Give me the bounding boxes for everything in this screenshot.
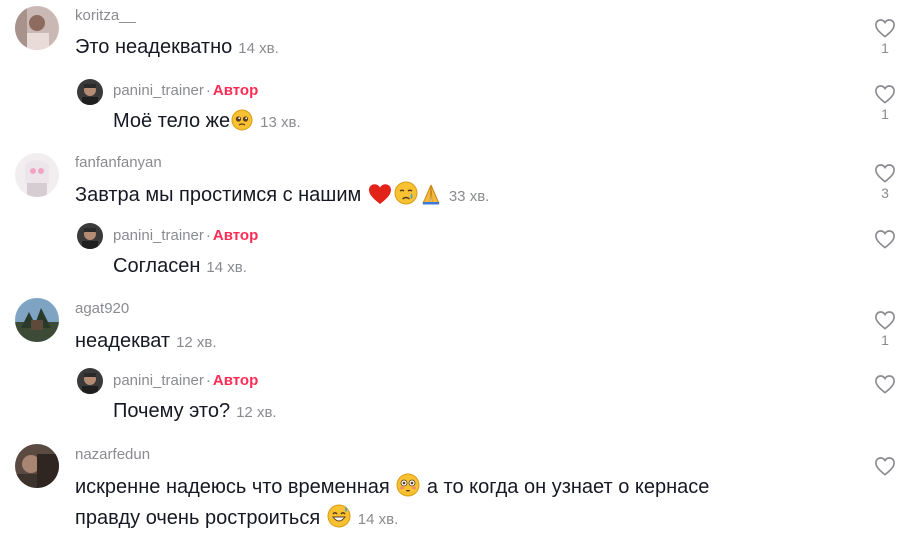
comment-username[interactable]: panini_trainer · Автор: [113, 372, 258, 389]
comment-time: 13 хв.: [260, 114, 301, 131]
avatar[interactable]: [15, 6, 59, 50]
comment-time: 33 хв.: [448, 188, 490, 205]
comment-text: искренне надеюсь что временная а то когд…: [75, 472, 709, 506]
like-button[interactable]: 1: [870, 310, 900, 348]
crying-face-icon: [394, 181, 418, 214]
username-text: panini_trainer: [113, 372, 204, 389]
red-heart-icon: [368, 183, 392, 214]
like-count: 1: [881, 106, 889, 122]
heart-outline-icon: [875, 19, 895, 38]
comment-username[interactable]: koritza__: [75, 7, 136, 24]
heart-outline-icon: [875, 85, 895, 104]
comment-text: Почему это? 12 хв.: [113, 396, 277, 428]
comment-body: неадекват: [75, 330, 171, 352]
avatar[interactable]: [15, 153, 59, 197]
like-button[interactable]: [870, 456, 900, 476]
comment-text: неадекват 12 хв.: [75, 326, 217, 358]
comment-body: Это неадекватно: [75, 36, 233, 58]
separator: ·: [205, 227, 211, 244]
separator: ·: [205, 82, 211, 99]
comment-text-line2: правду очень ростроиться 14 хв.: [75, 503, 398, 537]
comment-username[interactable]: panini_trainer · Автор: [113, 227, 258, 244]
comment-body: Моё тело же: [113, 110, 231, 132]
comment-text: Завтра мы простимся с нашим 33 хв.: [75, 180, 489, 214]
author-badge: Автор: [212, 372, 259, 389]
comment-username[interactable]: fanfanfanyan: [75, 154, 162, 171]
avatar[interactable]: [77, 223, 103, 249]
pleading-face-icon: [231, 109, 253, 140]
like-button[interactable]: [870, 229, 900, 249]
comment-body: искренне надеюсь что временная: [75, 476, 390, 498]
avatar[interactable]: [77, 79, 103, 105]
comment-username[interactable]: nazarfedun: [75, 446, 150, 463]
username-text: panini_trainer: [113, 82, 204, 99]
avatar[interactable]: [15, 298, 59, 342]
comment-body-line2: правду очень ростроиться: [75, 507, 321, 529]
like-button[interactable]: 3: [870, 163, 900, 201]
comment-body-continued: а то когда он узнает о кернасе: [426, 476, 710, 498]
comment-time: 14 хв.: [357, 511, 399, 528]
avatar[interactable]: [15, 444, 59, 488]
author-badge: Автор: [212, 82, 259, 99]
comment-body: Согласен: [113, 255, 201, 277]
avatar[interactable]: [77, 368, 103, 394]
comment-time: 14 хв.: [238, 40, 279, 57]
heart-outline-icon: [875, 457, 895, 476]
folded-hands-icon: [420, 183, 442, 214]
comment-text: Это неадекватно 14 хв.: [75, 32, 279, 64]
like-count: 1: [881, 40, 889, 56]
like-count: 1: [881, 332, 889, 348]
flushed-face-icon: [396, 473, 420, 506]
comment-time: 14 хв.: [206, 259, 247, 276]
like-button[interactable]: [870, 374, 900, 394]
comment-text: Моё тело же 13 хв.: [113, 106, 301, 140]
username-text: panini_trainer: [113, 227, 204, 244]
like-button[interactable]: 1: [870, 84, 900, 122]
comment-username[interactable]: agat920: [75, 300, 129, 317]
grinning-sweat-face-icon: [327, 504, 351, 537]
heart-outline-icon: [875, 230, 895, 249]
separator: ·: [205, 372, 211, 389]
comment-time: 12 хв.: [176, 334, 217, 351]
like-button[interactable]: 1: [870, 18, 900, 56]
like-count: 3: [881, 185, 889, 201]
heart-outline-icon: [875, 375, 895, 394]
comment-username[interactable]: panini_trainer · Автор: [113, 82, 258, 99]
heart-outline-icon: [875, 311, 895, 330]
comment-time: 12 хв.: [236, 404, 277, 421]
author-badge: Автор: [212, 227, 259, 244]
comment-body: Почему это?: [113, 400, 231, 422]
comment-text: Согласен 14 хв.: [113, 251, 247, 283]
heart-outline-icon: [875, 164, 895, 183]
comment-body: Завтра мы простимся с нашим: [75, 184, 362, 206]
